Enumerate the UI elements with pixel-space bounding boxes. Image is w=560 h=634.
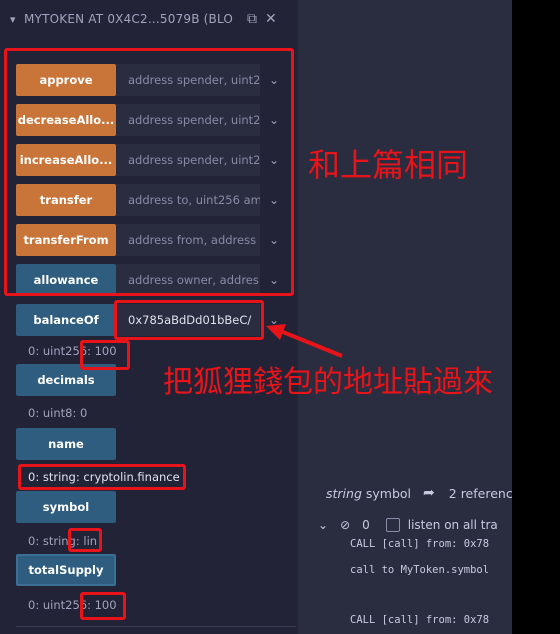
annotation-arrow [266, 324, 343, 358]
